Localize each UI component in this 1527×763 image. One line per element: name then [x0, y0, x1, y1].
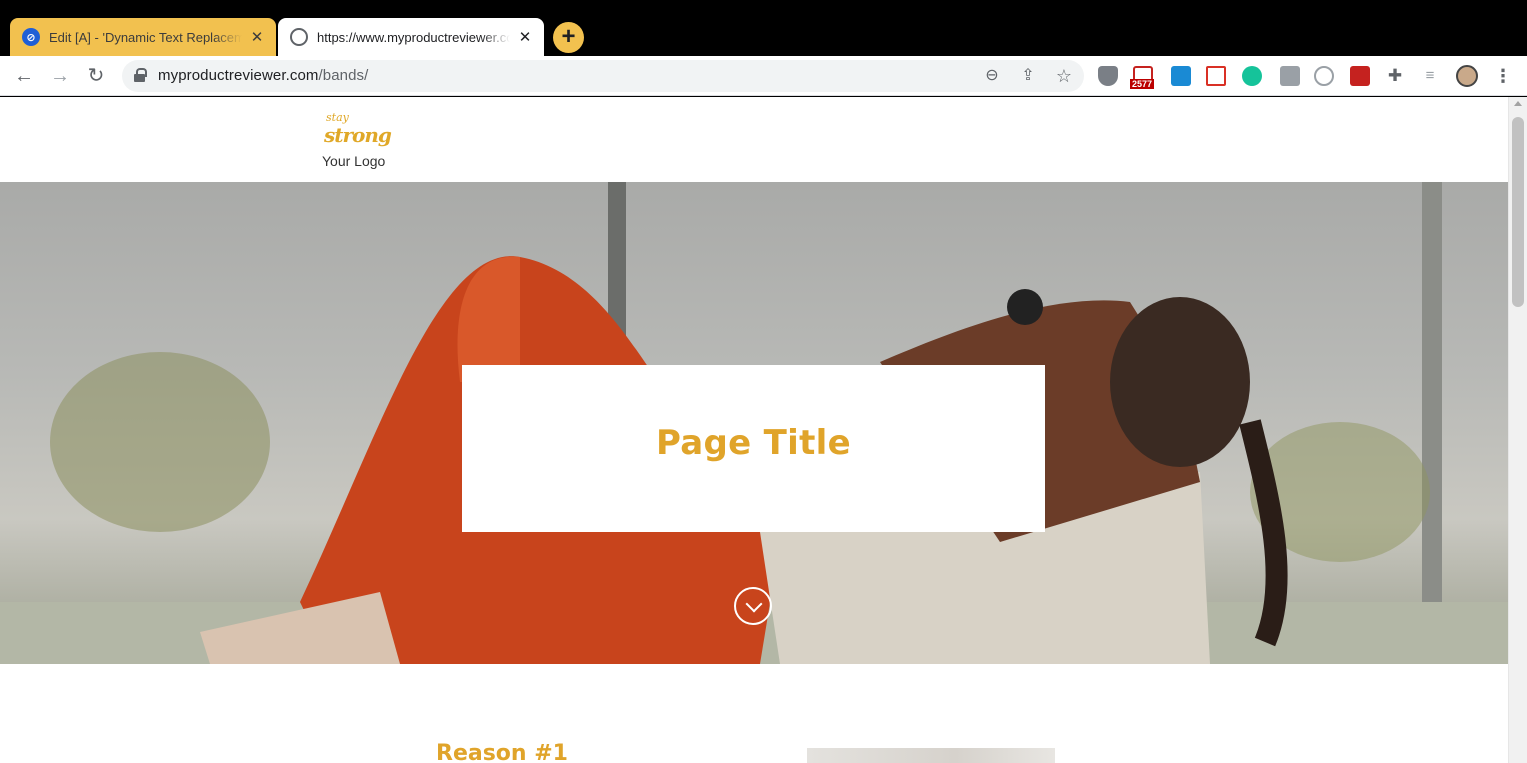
share-icon[interactable]: ⇪ [1018, 66, 1038, 86]
site-logo[interactable]: stay strong Your Logo [318, 111, 398, 171]
lastpass-extension-icon[interactable] [1350, 66, 1370, 86]
lock-icon[interactable] [134, 68, 147, 82]
chevron-down-icon[interactable] [734, 587, 772, 625]
page-scrollbar[interactable] [1508, 97, 1527, 763]
tab-title: Edit [A] - 'Dynamic Text Replacem [49, 29, 242, 45]
address-bar[interactable]: myproductreviewer.com/bands/ ⊖ ⇪ ☆ [122, 60, 1084, 92]
compass-extension-icon[interactable] [1314, 66, 1334, 86]
new-tab-button[interactable]: + [553, 22, 584, 53]
optimizely-icon: ⊘ [22, 28, 40, 46]
extensions-puzzle-icon[interactable]: ✚ [1385, 66, 1405, 86]
reload-icon[interactable]: ↻ [82, 62, 110, 90]
clipboard-extension-icon[interactable] [1280, 66, 1300, 86]
pocket-extension-icon[interactable] [1206, 66, 1226, 86]
gmail-badge: 2577 [1130, 79, 1155, 89]
profile-avatar[interactable] [1456, 65, 1478, 87]
back-icon[interactable]: ← [10, 62, 38, 90]
scrollbar-thumb[interactable] [1512, 117, 1524, 307]
page-title: Page Title [656, 422, 851, 463]
menu-kebab-icon[interactable]: ⋮ [1494, 64, 1512, 88]
tab-optimizely-editor[interactable]: ⊘ Edit [A] - 'Dynamic Text Replacem ✕ [10, 18, 276, 56]
bookmark-star-icon[interactable]: ☆ [1054, 66, 1074, 86]
close-icon[interactable]: ✕ [248, 28, 266, 46]
section-heading: Reason #1 [436, 741, 568, 763]
page-viewport: stay strong Your Logo Page Title Reason … [0, 97, 1508, 763]
globe-icon [290, 28, 308, 46]
site-header: stay strong Your Logo [0, 97, 1508, 182]
browser-toolbar: ← → ↻ myproductreviewer.com/bands/ ⊖ ⇪ ☆… [0, 56, 1527, 96]
page-title-card: Page Title [462, 365, 1045, 532]
grammarly-extension-icon[interactable] [1242, 66, 1262, 86]
tab-strip: ⊘ Edit [A] - 'Dynamic Text Replacem ✕ ht… [0, 0, 1527, 56]
logo-script-main: strong [324, 123, 392, 147]
forward-icon[interactable]: → [46, 62, 74, 90]
logo-text: Your Logo [322, 153, 386, 169]
tab-title: https://www.myproductreviewer.com [317, 29, 510, 45]
close-icon[interactable]: ✕ [516, 28, 534, 46]
hero-banner: Page Title [0, 182, 1508, 664]
section-image [807, 748, 1055, 763]
trello-extension-icon[interactable] [1171, 66, 1191, 86]
zoom-icon[interactable]: ⊖ [982, 66, 1002, 86]
tab-myproductreviewer[interactable]: https://www.myproductreviewer.com ✕ [278, 18, 544, 56]
url-text[interactable]: myproductreviewer.com/bands/ [158, 67, 368, 84]
scroll-up-arrow-icon[interactable] [1514, 101, 1522, 106]
reading-list-icon[interactable]: ≡ [1420, 66, 1440, 86]
shield-extension-icon[interactable] [1098, 66, 1118, 86]
